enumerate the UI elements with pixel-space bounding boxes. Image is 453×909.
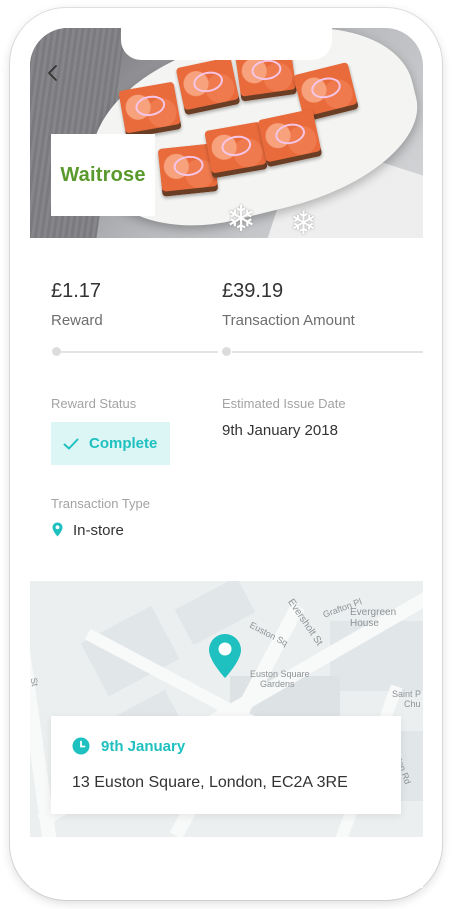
map-place-label: Euston Square xyxy=(250,669,310,679)
map-pin-icon[interactable] xyxy=(208,633,242,679)
screen: ❄ ❄ Waitrose £1.17 Reward £39.19 Transac… xyxy=(30,28,423,888)
back-chevron-icon[interactable] xyxy=(44,64,62,82)
map-place-label: Chu xyxy=(404,699,421,709)
reward-label: Reward xyxy=(51,312,103,329)
issue-date-label: Estimated Issue Date xyxy=(222,396,346,411)
status-badge: Complete xyxy=(51,422,170,465)
status-text: Complete xyxy=(89,435,158,452)
clock-icon xyxy=(72,737,90,755)
merchant-logo: Waitrose xyxy=(51,134,155,216)
reward-status-label: Reward Status xyxy=(51,396,137,411)
location-pin-icon xyxy=(52,522,63,537)
reward-amount: £1.17 xyxy=(51,280,102,302)
check-icon xyxy=(63,438,79,449)
merchant-name: Waitrose xyxy=(60,163,146,186)
phone-notch xyxy=(121,28,332,60)
transaction-type-value: In-store xyxy=(73,522,124,539)
issue-date-value: 9th January 2018 xyxy=(222,422,338,439)
location-date: 9th January xyxy=(101,738,186,755)
map-street-label: St xyxy=(30,676,40,688)
location-card[interactable]: 9th January 13 Euston Square, London, EC… xyxy=(51,716,401,814)
progress-dot xyxy=(52,347,61,356)
transaction-amount-label: Transaction Amount xyxy=(222,312,355,329)
map-place-label: Evergreen House xyxy=(350,607,397,629)
map-place-label: Saint P xyxy=(392,689,422,699)
transaction-type-label: Transaction Type xyxy=(51,496,150,511)
progress-dot xyxy=(222,347,231,356)
progress-track xyxy=(232,351,423,353)
transaction-amount: £39.19 xyxy=(222,280,284,302)
location-address: 13 Euston Square, London, EC2A 3RE xyxy=(72,774,348,791)
map-place-label: Gardens xyxy=(260,679,295,689)
progress-track xyxy=(61,351,218,353)
